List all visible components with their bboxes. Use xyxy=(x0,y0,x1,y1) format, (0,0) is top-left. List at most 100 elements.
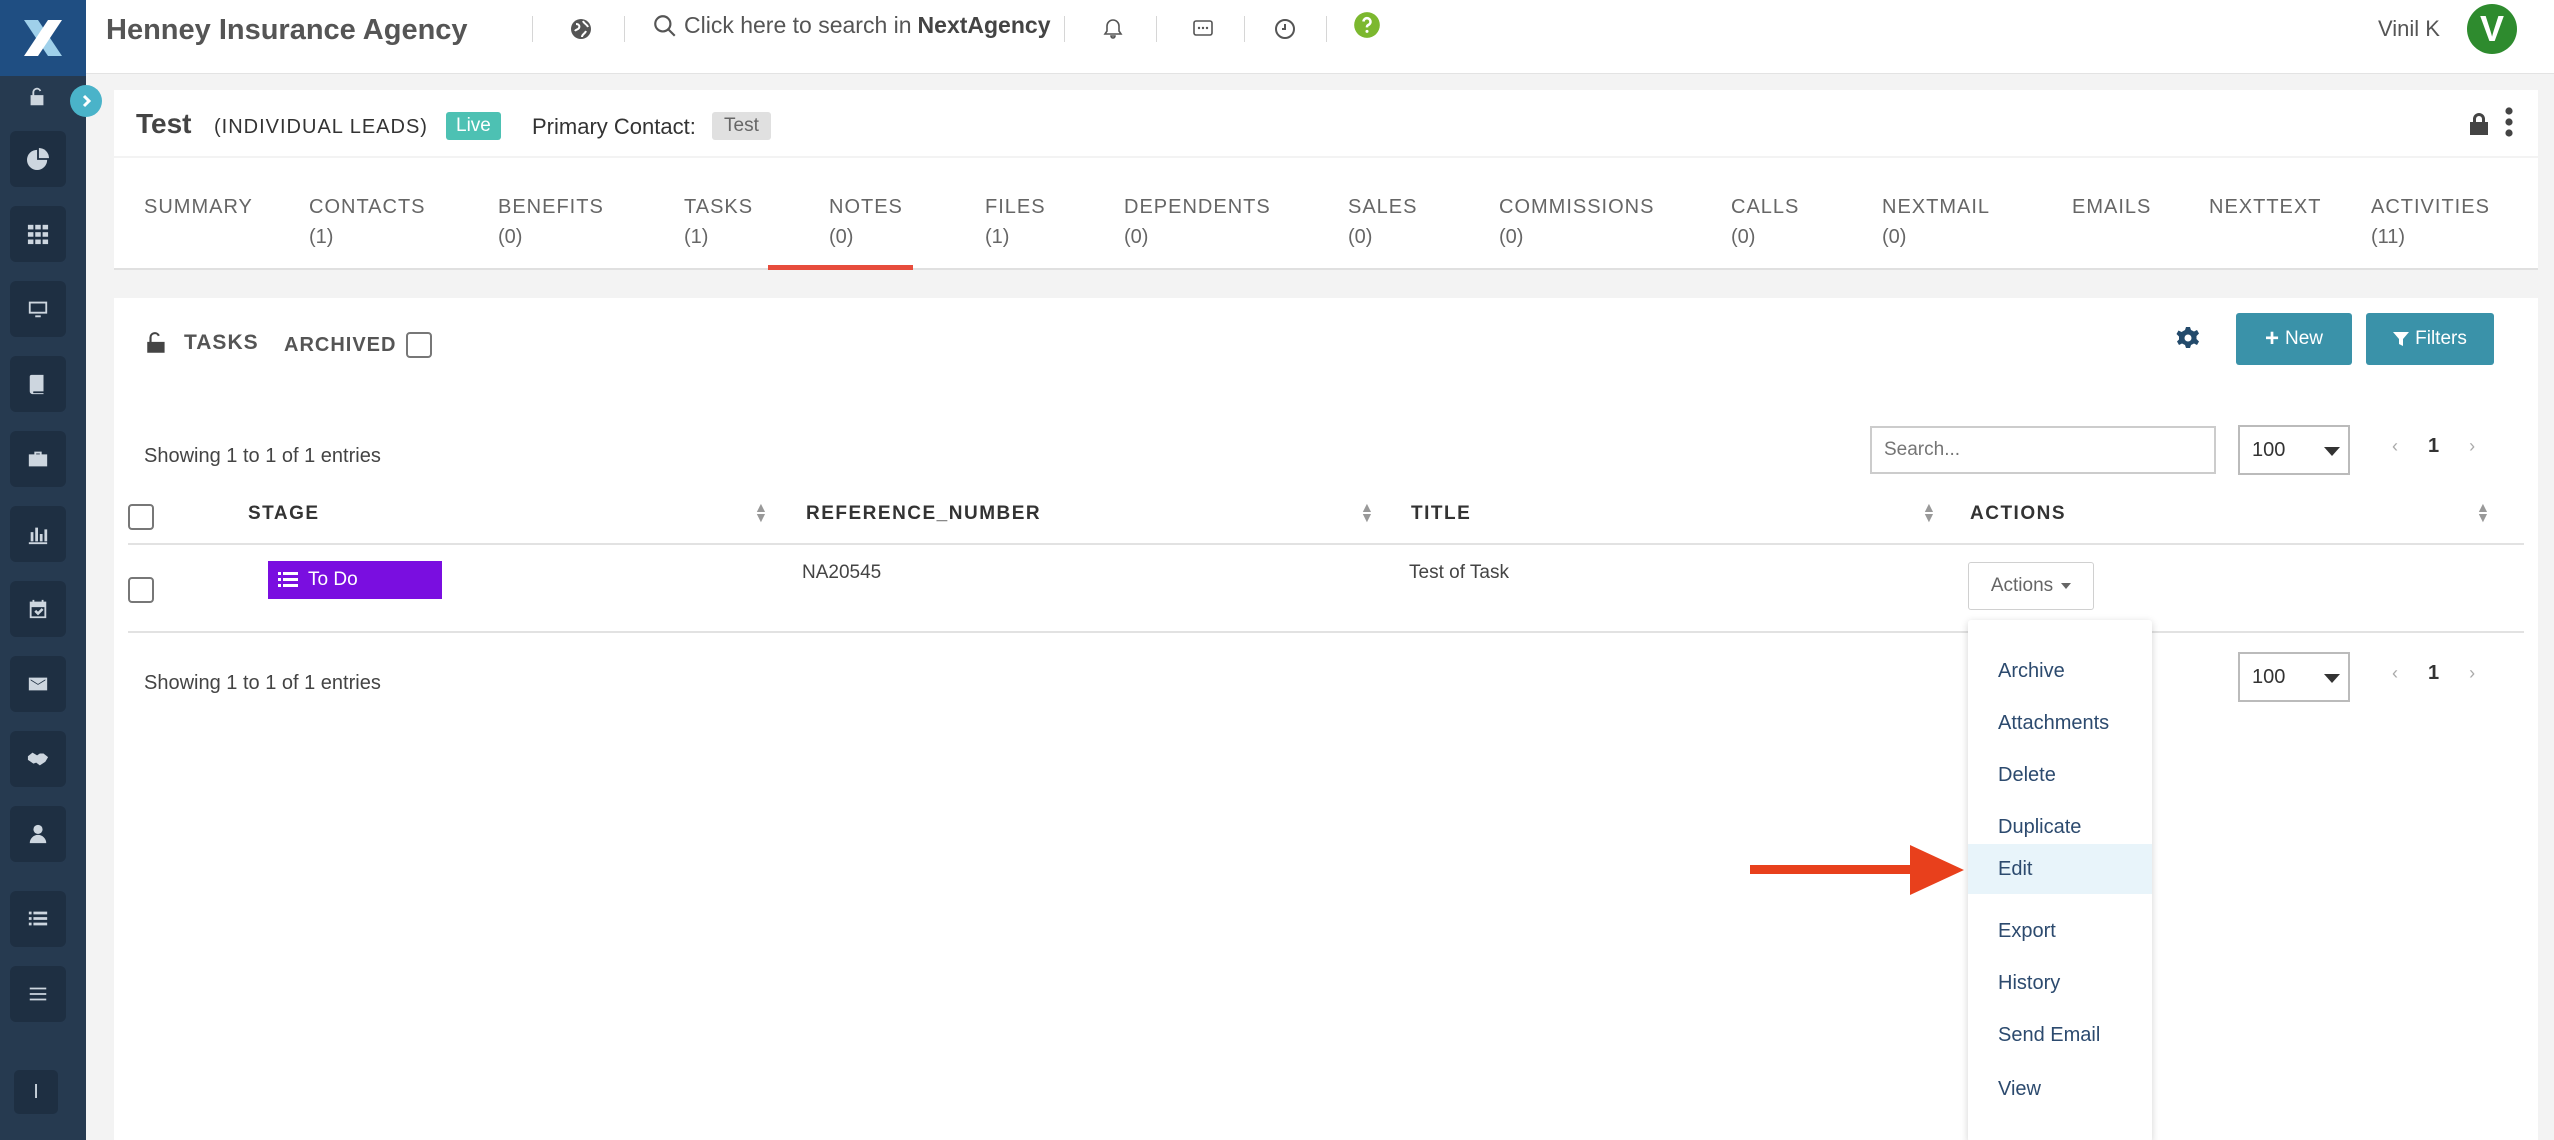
grid-icon[interactable] xyxy=(10,206,66,262)
row-checkbox[interactable] xyxy=(128,577,154,608)
search-icon xyxy=(654,14,676,37)
sort-icon[interactable]: ▲ ▼ xyxy=(2476,500,2490,524)
pie-chart-icon[interactable] xyxy=(10,131,66,187)
record-title: Test xyxy=(136,108,192,139)
lock-icon[interactable] xyxy=(2468,112,2490,141)
next-page-icon[interactable]: › xyxy=(2469,436,2475,457)
sort-icon[interactable]: ▲ ▼ xyxy=(1922,500,1936,524)
unlock-icon[interactable] xyxy=(14,74,60,120)
book-icon[interactable] xyxy=(10,356,66,412)
record-tabs: SUMMARY CONTACTS (1) BENEFITS (0) TASKS (1)… xyxy=(114,158,2538,270)
pagination-bottom: ‹ 1 › xyxy=(2392,662,2475,685)
sidebar: I xyxy=(0,0,86,1140)
tab-calls[interactable]: CALLS (0) xyxy=(1731,192,1799,252)
menu-item-view[interactable]: View xyxy=(1968,1064,2152,1114)
table-search-input[interactable] xyxy=(1870,426,2216,474)
monitor-icon[interactable] xyxy=(10,281,66,337)
bell-icon[interactable] xyxy=(1098,14,1128,44)
tab-summary[interactable]: SUMMARY xyxy=(144,192,253,222)
globe-icon[interactable] xyxy=(566,14,596,44)
annotation-arrow-icon xyxy=(1750,843,1966,902)
divider xyxy=(532,16,533,42)
next-page-icon[interactable]: › xyxy=(2469,663,2475,684)
active-tab-indicator xyxy=(768,265,913,270)
bar-chart-icon[interactable] xyxy=(10,506,66,562)
menu-item-history[interactable]: History xyxy=(1968,958,2152,1008)
entries-info-bottom: Showing 1 to 1 of 1 entries xyxy=(144,672,381,694)
tab-benefits[interactable]: BENEFITS (0) xyxy=(498,192,604,252)
sidebar-bottom-item[interactable]: I xyxy=(14,1070,58,1114)
menu-icon[interactable] xyxy=(10,966,66,1022)
archived-filter: ARCHIVED xyxy=(284,332,433,358)
record-type: (INDIVIDUAL LEADS) xyxy=(214,116,428,138)
user-name[interactable]: Vinil K xyxy=(2378,16,2440,42)
page-number[interactable]: 1 xyxy=(2428,662,2439,685)
gear-icon[interactable] xyxy=(2176,326,2200,355)
avatar[interactable]: V xyxy=(2467,4,2517,54)
sort-icon[interactable]: ▲ ▼ xyxy=(754,500,768,524)
select-all-checkbox[interactable] xyxy=(128,504,154,535)
briefcase-icon[interactable] xyxy=(10,431,66,487)
plus-icon: + xyxy=(2264,325,2279,352)
menu-item-edit[interactable]: Edit xyxy=(1968,844,2152,894)
tab-commissions[interactable]: COMMISSIONS (0) xyxy=(1499,192,1654,252)
calendar-check-icon[interactable] xyxy=(10,581,66,637)
clock-icon[interactable] xyxy=(1270,14,1300,44)
sidebar-toggle-button[interactable] xyxy=(70,85,102,117)
divider xyxy=(624,16,625,42)
global-search[interactable]: Click here to search in NextAgency xyxy=(652,12,1050,39)
help-icon[interactable] xyxy=(1352,10,1382,40)
entries-info-top: Showing 1 to 1 of 1 entries xyxy=(144,445,381,467)
column-header-stage[interactable]: STAGE xyxy=(248,503,320,525)
sort-icon[interactable]: ▲ ▼ xyxy=(1360,500,1374,524)
tab-files[interactable]: FILES (1) xyxy=(985,192,1046,252)
menu-item-attachments[interactable]: Attachments xyxy=(1968,698,2152,748)
envelope-icon[interactable] xyxy=(10,656,66,712)
menu-item-send-email[interactable]: Send Email xyxy=(1968,1010,2152,1060)
filters-button[interactable]: Filters xyxy=(2366,313,2494,365)
tab-activities[interactable]: ACTIVITIES (11) xyxy=(2371,192,2490,252)
list-icon xyxy=(278,572,298,587)
tab-sales[interactable]: SALES (0) xyxy=(1348,192,1417,252)
menu-item-archive[interactable]: Archive xyxy=(1968,646,2152,696)
more-options-icon[interactable] xyxy=(2504,106,2514,143)
title-cell[interactable]: Test of Task xyxy=(1409,562,1509,584)
tab-notes[interactable]: NOTES (0) xyxy=(829,192,903,252)
divider xyxy=(1064,16,1065,42)
page-size-select-bottom[interactable]: 100 xyxy=(2238,652,2350,702)
agency-name: Henney Insurance Agency xyxy=(106,14,468,46)
menu-item-delete[interactable]: Delete xyxy=(1968,750,2152,800)
prev-page-icon[interactable]: ‹ xyxy=(2392,436,2398,457)
app-logo[interactable] xyxy=(0,0,86,76)
column-header-actions: ACTIONS xyxy=(1970,503,2066,524)
unlock-icon[interactable] xyxy=(144,330,170,356)
user-icon[interactable] xyxy=(10,806,66,862)
menu-item-export[interactable]: Export xyxy=(1968,906,2152,956)
search-prompt: Click here to search in xyxy=(684,12,912,38)
prev-page-icon[interactable]: ‹ xyxy=(2392,663,2398,684)
list-icon[interactable] xyxy=(10,891,66,947)
column-header-title[interactable]: TITLE xyxy=(1411,503,1471,525)
divider xyxy=(1244,16,1245,42)
handshake-icon[interactable] xyxy=(10,731,66,787)
stage-badge[interactable]: To Do xyxy=(268,561,442,599)
caret-down-icon xyxy=(2061,583,2072,589)
actions-dropdown-button[interactable]: Actions xyxy=(1968,562,2094,610)
tab-nexttext[interactable]: NEXTTEXT xyxy=(2209,192,2321,222)
tab-dependents[interactable]: DEPENDENTS (0) xyxy=(1124,192,1271,252)
primary-contact-value[interactable]: Test xyxy=(712,112,771,140)
new-task-button[interactable]: + New xyxy=(2236,313,2352,365)
dropdown-caret-icon xyxy=(2324,447,2340,456)
logo-x-icon xyxy=(24,20,62,56)
chat-icon[interactable] xyxy=(1188,14,1218,44)
tab-emails[interactable]: EMAILS xyxy=(2072,192,2151,222)
tab-tasks[interactable]: TASKS (1) xyxy=(684,192,753,252)
archived-checkbox[interactable] xyxy=(406,332,433,358)
tab-contacts[interactable]: CONTACTS (1) xyxy=(309,192,426,252)
reference-number-cell: NA20545 xyxy=(802,562,882,583)
page-number[interactable]: 1 xyxy=(2428,435,2439,458)
page-size-select[interactable]: 100 xyxy=(2238,425,2350,475)
column-header-reference-number[interactable]: REFERENCE_NUMBER xyxy=(806,503,1041,525)
dropdown-caret-icon xyxy=(2324,674,2340,683)
tab-nextmail[interactable]: NEXTMAIL (0) xyxy=(1882,192,1990,252)
